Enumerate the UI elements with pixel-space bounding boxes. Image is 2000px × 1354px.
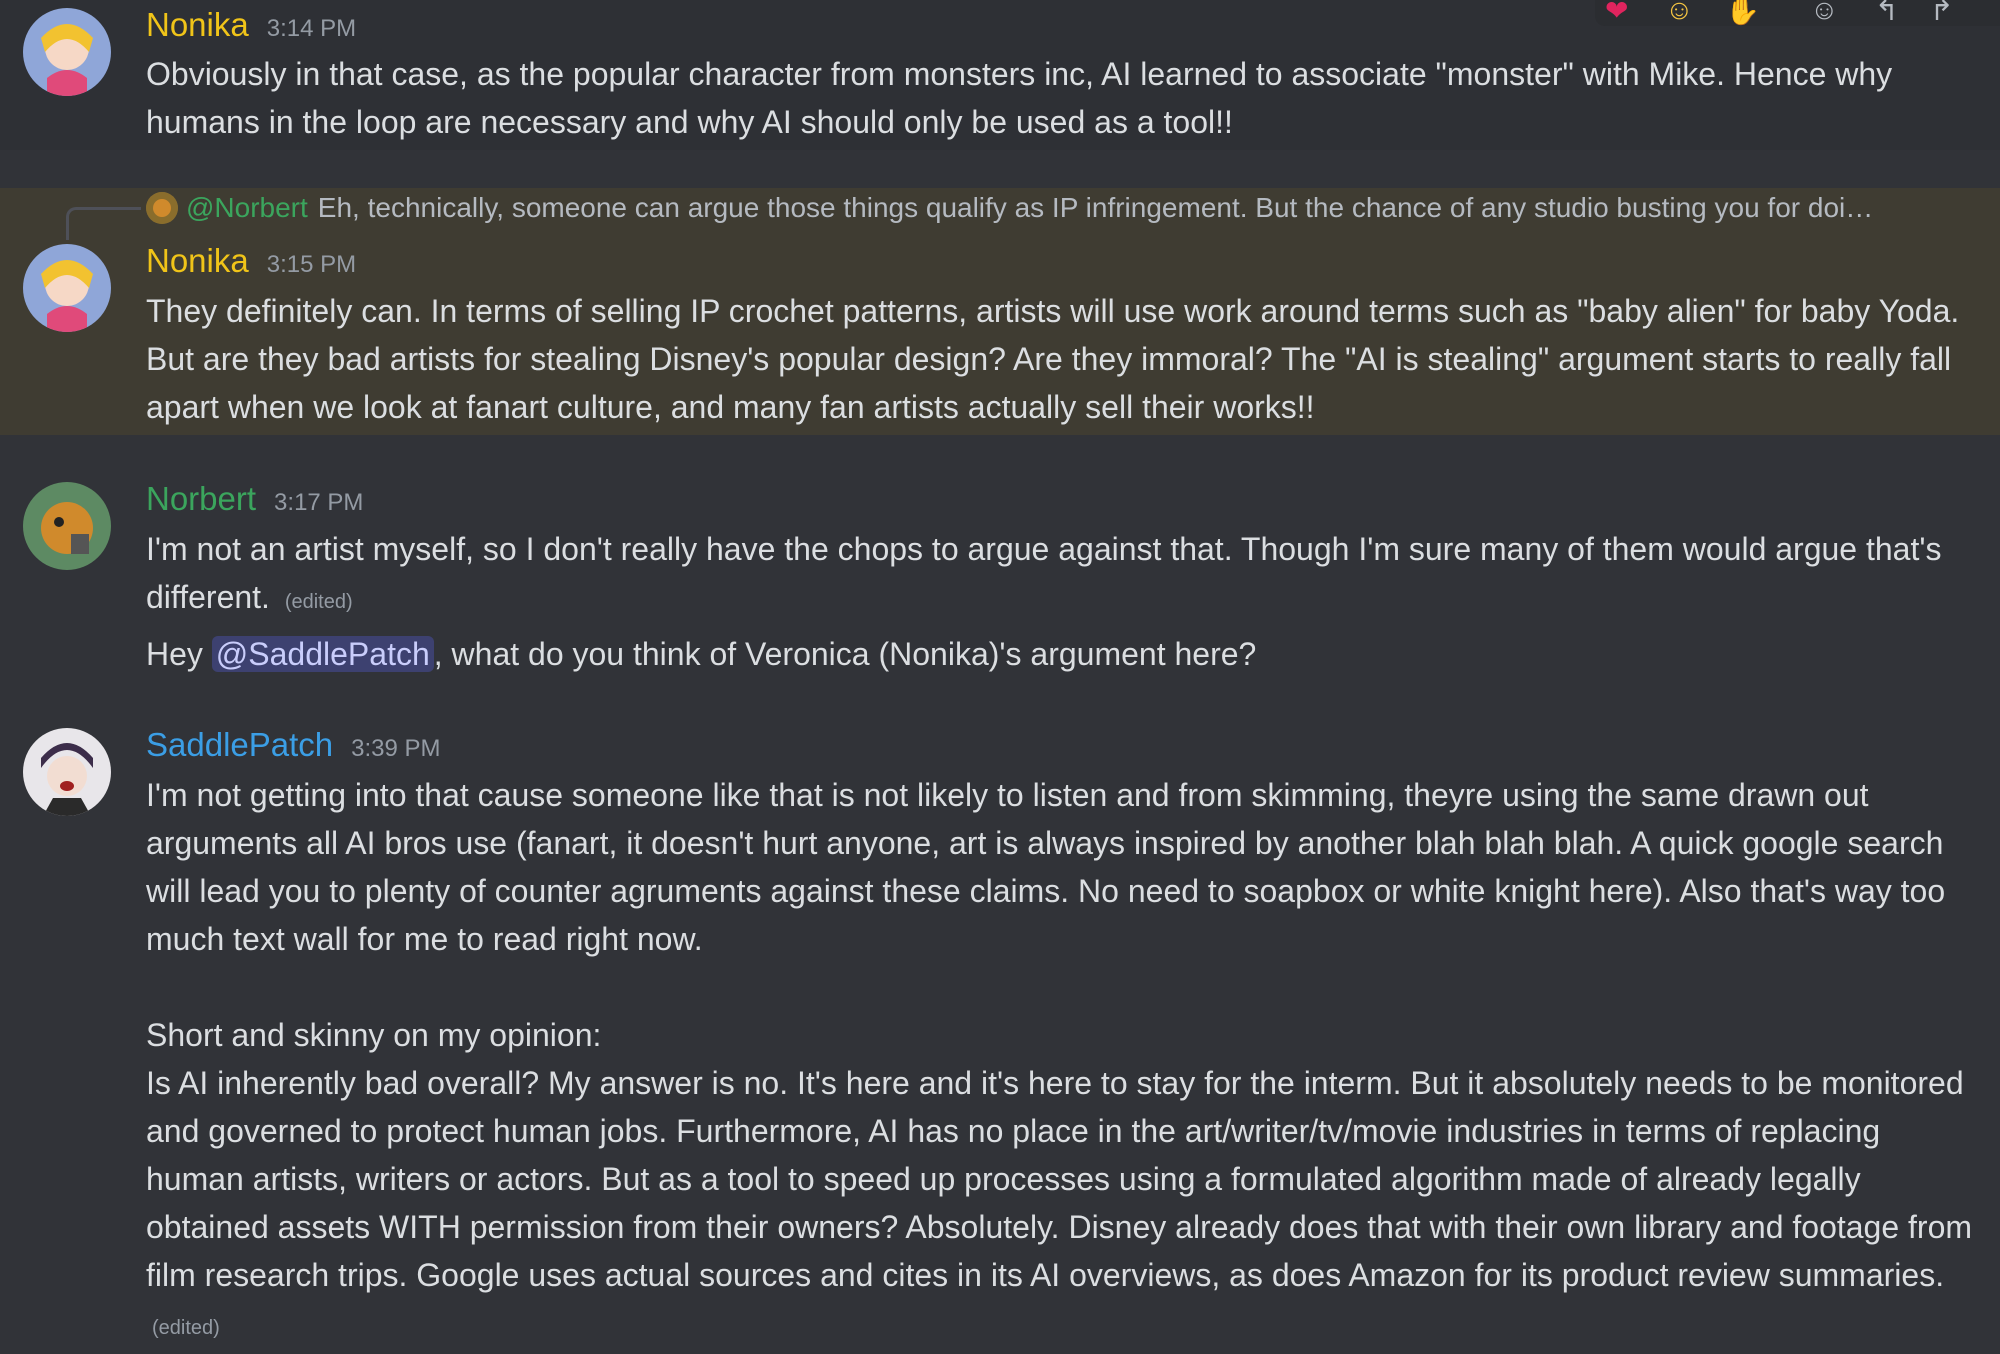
followup-pre: Hey bbox=[146, 636, 212, 672]
followup-post: , what do you think of Veronica (Nonika)… bbox=[433, 636, 1257, 672]
timestamp: 3:15 PM bbox=[266, 251, 357, 278]
avatar[interactable] bbox=[23, 8, 111, 96]
reply-avatar bbox=[146, 192, 178, 224]
heart-reaction-icon[interactable]: ❤ bbox=[1605, 0, 1628, 27]
message-hover-toolbar: ❤ ☺ ✋ ☺ ↰ ↱ bbox=[1595, 0, 2000, 26]
avatar[interactable] bbox=[23, 244, 111, 332]
edited-label: (edited) bbox=[152, 1317, 220, 1339]
message-followup: Hey @SaddlePatch, what do you think of V… bbox=[146, 630, 1976, 678]
author-name[interactable]: Norbert bbox=[146, 480, 256, 518]
timestamp: 3:39 PM bbox=[351, 735, 441, 762]
forward-icon[interactable]: ↱ bbox=[1930, 0, 1953, 27]
avatar[interactable] bbox=[23, 728, 111, 816]
reply-icon[interactable]: ↰ bbox=[1875, 0, 1898, 27]
author-name[interactable]: Nonika bbox=[146, 242, 249, 280]
message-text: I'm not an artist myself, so I don't rea… bbox=[146, 525, 1976, 626]
message-paragraph-3: Is AI inherently bad overall? My answer … bbox=[146, 1059, 1976, 1352]
reply-connector bbox=[66, 207, 141, 240]
message-body: Is AI inherently bad overall? My answer … bbox=[146, 1065, 1973, 1293]
timestamp: 3:14 PM bbox=[266, 15, 357, 42]
reply-text: Eh, technically, someone can argue those… bbox=[317, 192, 1888, 223]
reply-author[interactable]: @Norbert bbox=[186, 192, 308, 224]
message-text: They definitely can. In terms of selling… bbox=[146, 293, 1960, 425]
author-name[interactable]: SaddlePatch bbox=[146, 726, 333, 764]
laughing-reaction-icon[interactable]: ☺ bbox=[1665, 0, 1694, 26]
user-mention[interactable]: @SaddlePatch bbox=[211, 636, 434, 672]
message-paragraph-2: Short and skinny on my opinion: bbox=[146, 1017, 602, 1053]
avatar[interactable] bbox=[23, 482, 111, 570]
author-name[interactable]: Nonika bbox=[146, 6, 249, 44]
thumbs-up-reaction-icon[interactable]: ✋ bbox=[1725, 0, 1760, 27]
add-reaction-icon[interactable]: ☺ bbox=[1810, 0, 1839, 26]
message-paragraph-1: I'm not getting into that cause someone … bbox=[146, 777, 1946, 957]
edited-label: (edited) bbox=[284, 591, 353, 613]
message-body: I'm not an artist myself, so I don't rea… bbox=[146, 531, 1942, 615]
reply-preview[interactable]: @Norbert Eh, technically, someone can ar… bbox=[146, 192, 1888, 224]
message-text: Obviously in that case, as the popular c… bbox=[146, 56, 1893, 140]
timestamp: 3:17 PM bbox=[274, 489, 364, 516]
